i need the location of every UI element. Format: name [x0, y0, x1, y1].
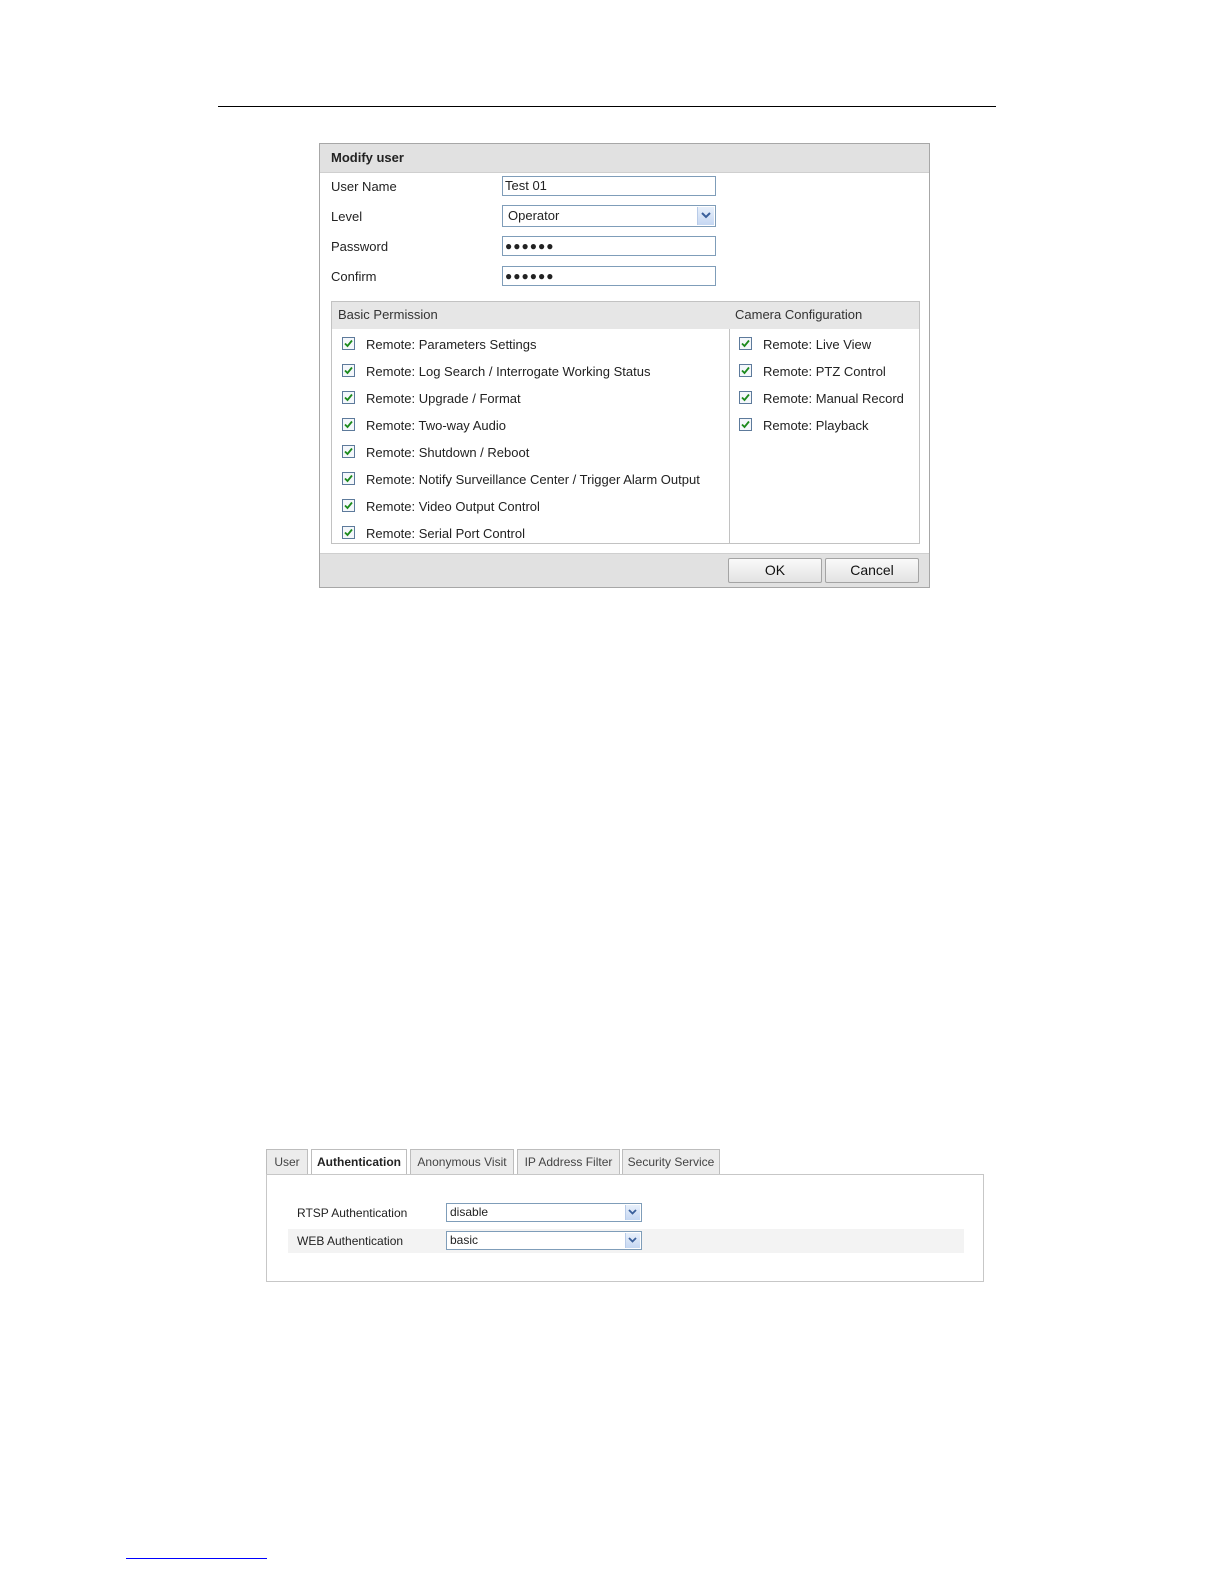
username-input[interactable]: Test 01 — [502, 176, 716, 196]
modify-user-dialog: Modify user User Name Test 01 Level Oper… — [319, 143, 930, 588]
web-auth-row: WEB Authentication basic — [288, 1229, 964, 1253]
checkbox-checked-icon[interactable] — [342, 445, 355, 458]
checkbox-checked-icon[interactable] — [739, 418, 752, 431]
password-label: Password — [331, 239, 389, 254]
level-value: Operator — [508, 208, 560, 223]
checkbox-checked-icon[interactable] — [342, 391, 355, 404]
basic-permission-header: Basic Permission — [332, 302, 729, 329]
tab-authentication[interactable]: Authentication — [311, 1149, 407, 1176]
permission-panel: Basic Permission Remote: Parameters Sett… — [331, 301, 920, 544]
permission-label: Remote: Playback — [763, 418, 869, 433]
rtsp-auth-label: RTSP Authentication — [297, 1206, 408, 1220]
permission-label: Remote: Manual Record — [763, 391, 904, 406]
camera-configuration-column: Camera Configuration Remote: Live View Re… — [729, 302, 919, 543]
username-label: User Name — [331, 179, 397, 194]
page-header-rule — [218, 106, 996, 107]
tab-anonymous-visit[interactable]: Anonymous Visit — [410, 1149, 514, 1175]
permission-label: Remote: Shutdown / Reboot — [366, 445, 530, 460]
checkbox-checked-icon[interactable] — [342, 499, 355, 512]
level-label: Level — [331, 209, 363, 224]
confirm-input[interactable]: ●●●●●● — [502, 266, 716, 286]
tab-security-service[interactable]: Security Service — [622, 1149, 720, 1175]
footnote-rule — [126, 1558, 267, 1559]
camera-configuration-header: Camera Configuration — [729, 302, 919, 329]
checkbox-checked-icon[interactable] — [342, 364, 355, 377]
dialog-title: Modify user — [320, 144, 929, 173]
ok-button[interactable]: OK — [728, 558, 822, 583]
dialog-footer: OK Cancel — [320, 553, 929, 587]
permission-label: Remote: Parameters Settings — [366, 337, 537, 352]
rtsp-auth-row: RTSP Authentication disable — [288, 1201, 964, 1225]
permission-label: Remote: Upgrade / Format — [366, 391, 521, 406]
password-input[interactable]: ●●●●●● — [502, 236, 716, 256]
rtsp-auth-select[interactable]: disable — [446, 1203, 642, 1222]
checkbox-checked-icon[interactable] — [342, 418, 355, 431]
chevron-down-icon[interactable] — [697, 207, 714, 225]
web-auth-select[interactable]: basic — [446, 1231, 642, 1250]
permission-label: Remote: Live View — [763, 337, 872, 352]
permission-label: Remote: Serial Port Control — [366, 526, 525, 541]
checkbox-checked-icon[interactable] — [342, 472, 355, 485]
checkbox-checked-icon[interactable] — [342, 337, 355, 350]
chevron-down-icon[interactable] — [625, 1205, 640, 1220]
checkbox-checked-icon[interactable] — [739, 364, 752, 377]
cancel-button[interactable]: Cancel — [825, 558, 919, 583]
confirm-label: Confirm — [331, 269, 377, 284]
authentication-panel: RTSP Authentication disable WEB Authenti… — [266, 1174, 984, 1282]
checkbox-checked-icon[interactable] — [342, 526, 355, 539]
tab-ip-address-filter[interactable]: IP Address Filter — [517, 1149, 620, 1175]
rtsp-auth-value: disable — [450, 1205, 489, 1219]
checkbox-checked-icon[interactable] — [739, 391, 752, 404]
permission-label: Remote: Video Output Control — [366, 499, 540, 514]
basic-permission-column: Basic Permission Remote: Parameters Sett… — [332, 302, 730, 543]
permission-label: Remote: Notify Surveillance Center / Tri… — [366, 472, 700, 487]
permission-label: Remote: Log Search / Interrogate Working… — [366, 364, 651, 379]
level-select[interactable]: Operator — [502, 205, 716, 227]
web-auth-value: basic — [450, 1233, 479, 1247]
checkbox-checked-icon[interactable] — [739, 337, 752, 350]
permission-label: Remote: Two-way Audio — [366, 418, 506, 433]
web-auth-label: WEB Authentication — [297, 1234, 404, 1248]
chevron-down-icon[interactable] — [625, 1233, 640, 1248]
permission-label: Remote: PTZ Control — [763, 364, 886, 379]
tab-user[interactable]: User — [266, 1149, 308, 1175]
